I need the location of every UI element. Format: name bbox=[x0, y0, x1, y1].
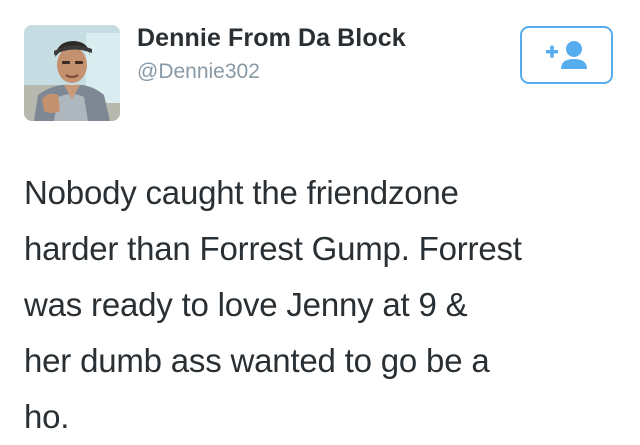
username-handle[interactable]: @Dennie302 bbox=[137, 60, 260, 84]
tweet-text: Nobody caught the friendzone harder than… bbox=[24, 174, 522, 435]
user-photo-icon bbox=[24, 25, 120, 121]
follow-user-icon bbox=[545, 41, 587, 69]
follow-button[interactable] bbox=[520, 26, 613, 84]
tweet-card: Dennie From Da Block @Dennie302 Nobody c… bbox=[0, 0, 640, 442]
display-name[interactable]: Dennie From Da Block bbox=[137, 24, 406, 53]
avatar[interactable] bbox=[24, 25, 120, 121]
